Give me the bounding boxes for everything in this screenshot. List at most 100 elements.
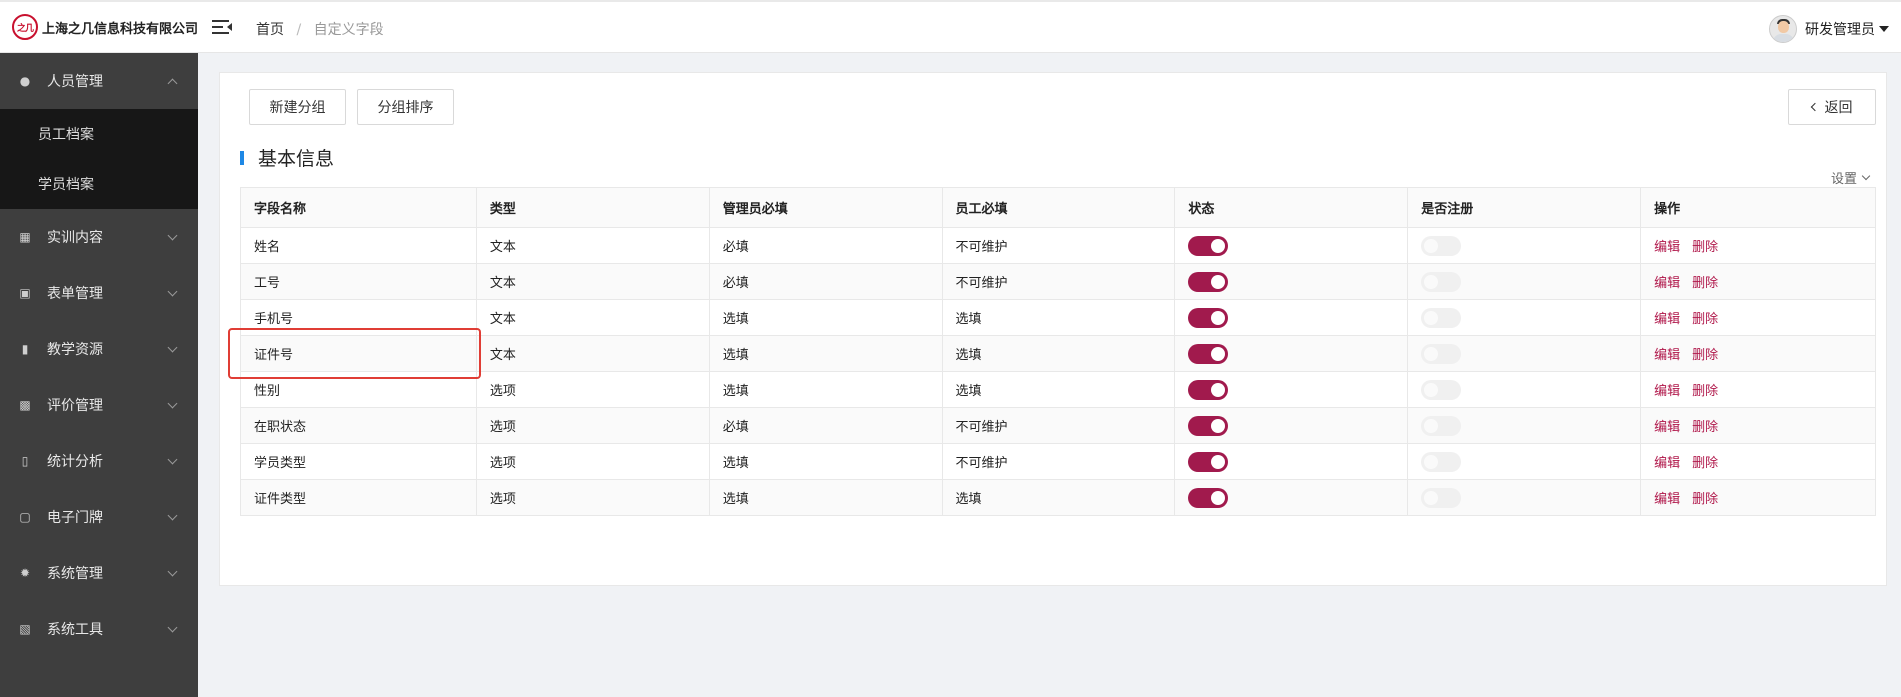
- content-card: 新建分组 分组排序 返回 基本信息 设置 字段名称 类型 管理员必填 员工必填 …: [219, 72, 1887, 586]
- edit-link[interactable]: 编辑: [1654, 348, 1680, 363]
- delete-link[interactable]: 删除: [1692, 492, 1718, 507]
- sidebar-subitem-staff-records[interactable]: 员工档案: [0, 109, 198, 159]
- delete-link[interactable]: 删除: [1692, 420, 1718, 435]
- sidebar-item-system-tools[interactable]: ▧ 系统工具: [0, 601, 198, 657]
- edit-link[interactable]: 编辑: [1654, 312, 1680, 327]
- status-toggle[interactable]: [1188, 235, 1229, 256]
- register-toggle[interactable]: [1421, 451, 1462, 472]
- status-cell: [1174, 443, 1409, 480]
- actions-cell: 编辑 删除: [1640, 299, 1876, 336]
- sidebar-item-teaching-resources[interactable]: ▮ 教学资源: [0, 321, 198, 377]
- section-marker: [240, 150, 244, 165]
- delete-link[interactable]: 删除: [1692, 312, 1718, 327]
- column-header: 类型: [475, 187, 710, 228]
- field-type-cell: 文本: [475, 227, 710, 264]
- staff-required-cell: 选填: [941, 479, 1176, 516]
- edit-link[interactable]: 编辑: [1654, 384, 1680, 399]
- chevron-down-icon: [167, 510, 178, 521]
- sidebar-item-e-doorplate[interactable]: ▢ 电子门牌: [0, 489, 198, 545]
- status-cell: [1174, 335, 1409, 372]
- sidebar: ● 人员管理 员工档案 学员档案 ▦ 实训内容 ▣ 表单管理 ▮ 教学资源 ▩ …: [0, 53, 198, 697]
- delete-link[interactable]: 删除: [1692, 456, 1718, 471]
- sidebar-item-label: 表单管理: [47, 286, 103, 302]
- breadcrumb-home[interactable]: 首页: [256, 22, 284, 38]
- new-group-button[interactable]: 新建分组: [249, 89, 346, 125]
- edit-link[interactable]: 编辑: [1654, 492, 1680, 507]
- breadcrumb-current: 自定义字段: [313, 22, 384, 38]
- back-button[interactable]: 返回: [1788, 89, 1876, 125]
- admin-required-cell: 选填: [708, 335, 943, 372]
- edit-link[interactable]: 编辑: [1654, 276, 1680, 291]
- admin-required-cell: 选填: [708, 299, 943, 336]
- field-name-cell: 工号: [240, 263, 477, 300]
- status-toggle[interactable]: [1188, 307, 1229, 328]
- admin-required-cell: 必填: [708, 407, 943, 444]
- company-logo[interactable]: 之几 上海之几信息科技有限公司: [12, 14, 198, 40]
- table-row: 性别 选项 选填 选填 编辑 删除: [240, 371, 1876, 408]
- delete-link[interactable]: 删除: [1692, 240, 1718, 255]
- sidebar-item-label: 教学资源: [47, 342, 103, 358]
- training-icon: ▦: [19, 230, 31, 244]
- register-toggle[interactable]: [1421, 235, 1462, 256]
- status-toggle[interactable]: [1188, 379, 1229, 400]
- book-icon: ▮: [21, 342, 29, 356]
- sidebar-item-personnel[interactable]: ● 人员管理: [0, 53, 198, 109]
- register-toggle[interactable]: [1421, 307, 1462, 328]
- menu-toggle-icon[interactable]: [212, 19, 232, 37]
- field-name-cell: 手机号: [240, 299, 477, 336]
- register-cell: [1407, 371, 1642, 408]
- staff-required-cell: 不可维护: [941, 407, 1176, 444]
- sidebar-item-forms[interactable]: ▣ 表单管理: [0, 265, 198, 321]
- user-name[interactable]: 研发管理员: [1805, 19, 1875, 39]
- field-type-cell: 选项: [475, 479, 710, 516]
- sidebar-item-training[interactable]: ▦ 实训内容: [0, 209, 198, 265]
- actions-cell: 编辑 删除: [1640, 263, 1876, 300]
- chevron-up-icon: [167, 78, 178, 89]
- register-toggle[interactable]: [1421, 487, 1462, 508]
- sidebar-item-system-management[interactable]: ✹ 系统管理: [0, 545, 198, 601]
- field-type-cell: 选项: [475, 407, 710, 444]
- register-cell: [1407, 479, 1642, 516]
- sidebar-item-label: 实训内容: [47, 230, 103, 246]
- status-toggle[interactable]: [1188, 415, 1229, 436]
- register-toggle[interactable]: [1421, 271, 1462, 292]
- status-toggle[interactable]: [1188, 487, 1229, 508]
- chevron-down-icon: [167, 622, 178, 633]
- delete-link[interactable]: 删除: [1692, 384, 1718, 399]
- sidebar-item-statistics[interactable]: ▯ 统计分析: [0, 433, 198, 489]
- sidebar-subitem-student-records[interactable]: 学员档案: [0, 159, 198, 209]
- chevron-down-icon: [167, 230, 178, 241]
- logo-mark-icon: 之几: [12, 14, 38, 40]
- register-toggle[interactable]: [1421, 415, 1462, 436]
- chevron-down-icon: [167, 286, 178, 297]
- toolbox-icon: ▧: [19, 622, 31, 636]
- avatar[interactable]: [1769, 15, 1797, 43]
- edit-link[interactable]: 编辑: [1654, 456, 1680, 471]
- section-title: 基本信息: [240, 144, 334, 171]
- field-type-cell: 选项: [475, 443, 710, 480]
- staff-required-cell: 不可维护: [941, 263, 1176, 300]
- sidebar-item-label: 系统管理: [47, 566, 103, 582]
- field-type-cell: 文本: [475, 299, 710, 336]
- table-header-row: 字段名称 类型 管理员必填 员工必填 状态 是否注册 操作: [240, 187, 1876, 228]
- delete-link[interactable]: 删除: [1692, 348, 1718, 363]
- edit-link[interactable]: 编辑: [1654, 420, 1680, 435]
- user-menu[interactable]: 研发管理员: [1769, 15, 1889, 43]
- edit-link[interactable]: 编辑: [1654, 240, 1680, 255]
- delete-link[interactable]: 删除: [1692, 276, 1718, 291]
- register-toggle[interactable]: [1421, 343, 1462, 364]
- status-toggle[interactable]: [1188, 451, 1229, 472]
- register-toggle[interactable]: [1421, 379, 1462, 400]
- table-row: 姓名 文本 必填 不可维护 编辑 删除: [240, 227, 1876, 264]
- settings-dropdown[interactable]: 设置: [1831, 168, 1871, 187]
- sidebar-item-evaluation[interactable]: ▩ 评价管理: [0, 377, 198, 433]
- status-cell: [1174, 371, 1409, 408]
- gear-icon: ✹: [19, 566, 31, 580]
- bar-chart-icon: ▯: [21, 454, 29, 468]
- staff-required-cell: 选填: [941, 299, 1176, 336]
- status-toggle[interactable]: [1188, 343, 1229, 364]
- admin-required-cell: 选填: [708, 371, 943, 408]
- group-sort-button[interactable]: 分组排序: [357, 89, 454, 125]
- status-toggle[interactable]: [1188, 271, 1229, 292]
- caret-down-icon[interactable]: [1879, 26, 1889, 32]
